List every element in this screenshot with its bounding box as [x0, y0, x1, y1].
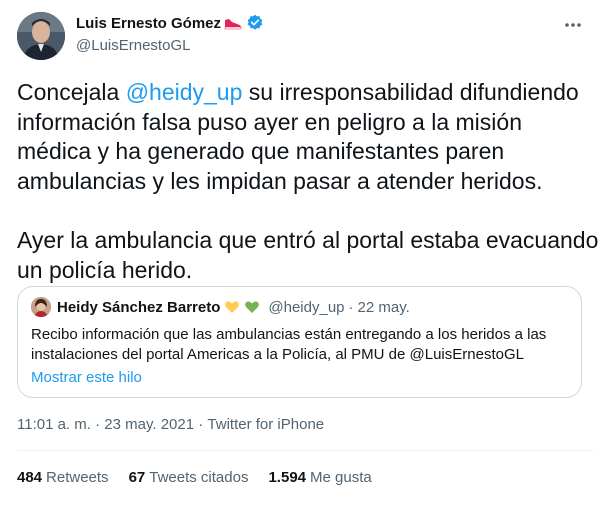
- retweets-count: 484: [17, 469, 43, 486]
- quoted-tweet-header: Heidy Sánchez Barreto @heidy_up · 22 may…: [31, 297, 410, 317]
- retweets-stat[interactable]: 484 Retweets: [17, 469, 109, 486]
- quoted-tweet[interactable]: Heidy Sánchez Barreto @heidy_up · 22 may…: [17, 286, 582, 398]
- green-heart-icon: [244, 299, 260, 315]
- show-thread-link[interactable]: Mostrar este hilo: [31, 369, 142, 386]
- meta-separator: ·: [194, 416, 208, 433]
- tweet-paragraph-1: Concejala @heidy_up su irresponsabilidad…: [17, 78, 602, 196]
- quoted-avatar: [31, 297, 51, 317]
- author-handle[interactable]: @LuisErnestoGL: [76, 37, 264, 54]
- divider: [17, 450, 594, 451]
- quoted-author-handle: @heidy_up: [268, 298, 345, 316]
- tweet-text-part: Concejala: [17, 79, 126, 105]
- retweets-label: Retweets: [46, 469, 109, 486]
- tweet-time[interactable]: 11:01 a. m.: [17, 416, 91, 433]
- author-name[interactable]: Luis Ernesto Gómez: [76, 15, 221, 32]
- likes-stat[interactable]: 1.594 Me gusta: [268, 469, 371, 486]
- tweet-date[interactable]: 23 may. 2021: [104, 416, 194, 433]
- tweet-source[interactable]: Twitter for iPhone: [207, 416, 324, 433]
- author-block[interactable]: Luis Ernesto Gómez @LuisErnestoGL: [76, 12, 264, 54]
- tweet-text: Concejala @heidy_up su irresponsabilidad…: [17, 78, 602, 285]
- tweet-paragraph-2: Ayer la ambulancia que entró al portal e…: [17, 227, 599, 283]
- tweet-meta: 11:01 a. m. · 23 may. 2021 · Twitter for…: [17, 416, 324, 433]
- verified-badge-icon: [246, 14, 264, 32]
- quoted-separator: ·: [348, 298, 354, 316]
- quoted-date: 22 may.: [357, 298, 410, 316]
- yellow-heart-icon: [224, 299, 240, 315]
- avatar[interactable]: [17, 12, 65, 60]
- quoted-tweet-text: Recibo información que las ambulancias e…: [31, 326, 547, 363]
- meta-separator: ·: [90, 416, 105, 433]
- tweet-stats: 484 Retweets 67 Tweets citados 1.594 Me gus…: [17, 469, 392, 486]
- more-options-icon[interactable]: [562, 14, 584, 36]
- likes-label: Me gusta: [310, 469, 372, 486]
- quote-tweets-count: 67: [128, 469, 146, 486]
- sneaker-icon: [223, 15, 243, 31]
- quote-tweets-stat[interactable]: 67 Tweets citados: [129, 469, 249, 486]
- quote-tweets-label: Tweets citados: [149, 469, 249, 486]
- likes-count: 1.594: [268, 469, 307, 486]
- quoted-author-name: Heidy Sánchez Barreto: [57, 298, 221, 316]
- mention-link[interactable]: @heidy_up: [126, 79, 243, 105]
